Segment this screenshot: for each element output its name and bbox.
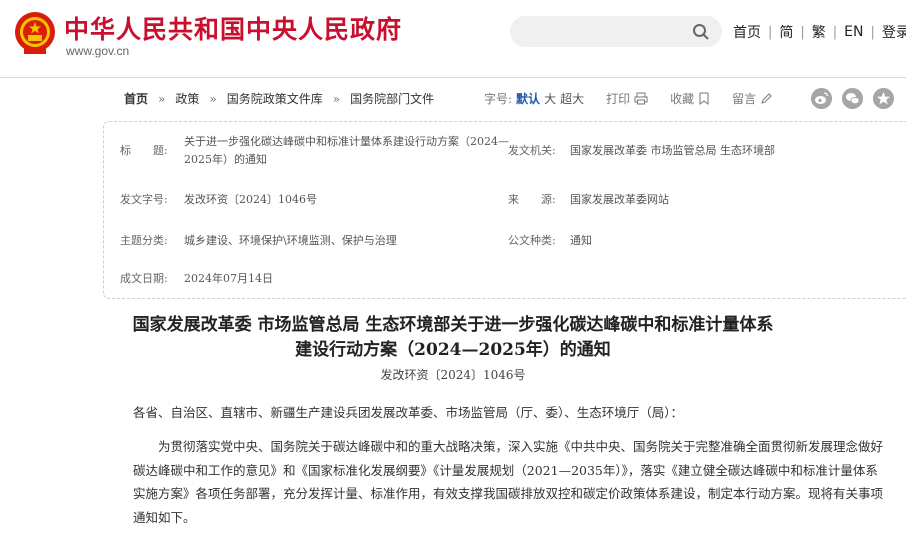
site-url: www.gov.cn (66, 44, 130, 58)
font-size-default[interactable]: 默认 (516, 90, 540, 107)
font-size-label: 字号: (484, 92, 513, 106)
link-traditional[interactable]: 繁 (805, 22, 833, 42)
document-title-line2: 建设行动方案（2024—2025年）的通知 (295, 340, 611, 360)
info-type-value: 通知 (570, 234, 592, 247)
breadcrumb-arrow: » (332, 91, 341, 106)
favorite-button[interactable]: 收藏 (670, 90, 710, 107)
wechat-icon[interactable] (842, 88, 863, 109)
national-emblem-icon[interactable] (14, 11, 56, 55)
font-size-large[interactable]: 大 (544, 90, 556, 107)
link-simplified[interactable]: 简 (772, 22, 800, 42)
info-topic-value: 城乡建设、环境保护\环境监测、保护与治理 (184, 234, 397, 247)
breadcrumb-department-docs[interactable]: 国务院部门文件 (350, 90, 434, 107)
link-home[interactable]: 首页 (726, 22, 768, 42)
favorite-star-icon[interactable] (873, 88, 894, 109)
link-english[interactable]: EN (837, 24, 870, 40)
search-input[interactable] (524, 22, 684, 41)
search-box (510, 16, 722, 47)
breadcrumb-policy[interactable]: 政策 (175, 90, 199, 107)
breadcrumb-home[interactable]: 首页 (124, 90, 148, 107)
breadcrumb: 首页 » 政策 » 国务院政策文件库 » 国务院部门文件 (124, 90, 434, 107)
info-issuer-label: 发文机关: (508, 144, 556, 157)
pencil-icon (761, 93, 772, 104)
print-icon (634, 92, 648, 105)
info-issuer-value: 国家发展改革委 市场监管总局 生态环境部 (570, 144, 775, 157)
info-docno-label: 发文字号: (120, 193, 168, 206)
info-date-value: 2024年07月14日 (184, 272, 273, 285)
comment-button[interactable]: 留言 (732, 90, 773, 107)
document-info-table: 标 题: 关于进一步强化碳达峰碳中和标准计量体系建设行动方案（2024—2025… (103, 121, 906, 299)
document-addressee: 各省、自治区、直辖市、新疆生产建设兵团发展改革委、市场监管局（厅、委）、生态环境… (133, 405, 684, 420)
info-topic-label: 主题分类: (120, 234, 168, 247)
weibo-icon[interactable] (811, 88, 832, 109)
info-source-value: 国家发展改革委网站 (570, 193, 669, 206)
document-number: 发改环资〔2024〕1046号 (380, 368, 526, 382)
breadcrumb-arrow: » (158, 91, 166, 106)
document-paragraph: 为贯彻落实党中央、国务院关于碳达峰碳中和的重大战略决策，深入实施《中共中央、国务… (133, 439, 884, 525)
info-docno-value: 发改环资〔2024〕1046号 (184, 193, 317, 206)
document-title-line1: 国家发展改革委 市场监管总局 生态环境部关于进一步强化碳达峰碳中和标准计量体系 (132, 315, 774, 335)
print-button[interactable]: 打印 (606, 90, 648, 107)
site-header: 中华人民共和国中央人民政府 www.gov.cn 首页 | 简 | 繁 | EN… (0, 0, 906, 78)
document-title: 国家发展改革委 市场监管总局 生态环境部关于进一步强化碳达峰碳中和标准计量体系 … (0, 313, 906, 363)
site-title[interactable]: 中华人民共和国中央人民政府 (64, 10, 402, 46)
breadcrumb-arrow: » (209, 91, 217, 106)
article-tools: 字号: 默认 大 超大 打印 收藏 留言 (484, 90, 773, 107)
comment-label: 留言 (732, 92, 757, 106)
font-size-xlarge[interactable]: 超大 (560, 90, 584, 107)
breadcrumb-policy-library[interactable]: 国务院政策文件库 (227, 90, 323, 107)
top-links: 首页 | 简 | 繁 | EN | 登录 (726, 22, 906, 42)
favorite-label: 收藏 (670, 92, 695, 106)
info-type-label: 公文种类: (508, 234, 556, 247)
print-label: 打印 (606, 92, 631, 106)
info-title-value: 关于进一步强化碳达峰碳中和标准计量体系建设行动方案（2024—2025年）的通知 (184, 135, 509, 166)
link-login[interactable]: 登录 (875, 22, 906, 42)
bookmark-icon (699, 92, 709, 105)
search-icon[interactable] (692, 23, 710, 41)
info-title-label: 标 题: (120, 144, 168, 157)
info-date-label: 成文日期: (120, 272, 168, 285)
info-source-label: 来 源: (508, 193, 556, 206)
